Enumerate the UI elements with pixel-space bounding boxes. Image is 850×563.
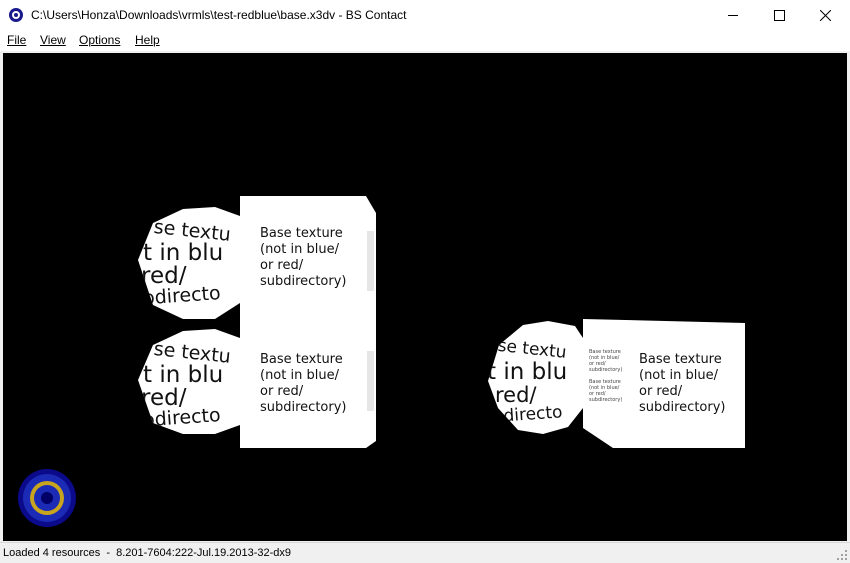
minimize-icon: [727, 14, 738, 16]
box-right: Base texture (not in blue/ or red/ subdi…: [583, 319, 745, 448]
title-bar: C:\Users\Honza\Downloads\vrmls\test-redb…: [0, 0, 850, 30]
texture-line-1: Base texture: [260, 226, 343, 241]
window-title: C:\Users\Honza\Downloads\vrmls\test-redb…: [31, 8, 407, 22]
texture-line-4: subdirectory): [260, 400, 347, 415]
resize-grip-icon[interactable]: [836, 549, 848, 561]
status-text: Loaded 4 resources - 8.201-7604:222-Jul.…: [3, 547, 292, 559]
svg-text:subdirectory): subdirectory): [589, 397, 622, 403]
close-icon: [819, 9, 831, 21]
minimize-button[interactable]: [710, 0, 756, 30]
texture-line-2: (not in blue/: [260, 368, 340, 383]
sphere-text-line: red/: [495, 383, 537, 407]
texture-line-4: subdirectory): [639, 400, 726, 415]
navigation-orb-icon[interactable]: [17, 468, 77, 528]
sphere-top-left: se textu t in blu red/ bdirecto: [138, 207, 240, 319]
box-left: Base texture (not in blue/ or red/ subdi…: [240, 196, 376, 448]
texture-line-2: (not in blue/: [639, 368, 719, 383]
maximize-button[interactable]: [756, 0, 802, 30]
menu-file[interactable]: File: [7, 33, 26, 47]
maximize-icon: [773, 9, 785, 21]
texture-line-3: or red/: [260, 258, 304, 273]
menu-options[interactable]: Options: [79, 33, 120, 47]
texture-line-1: Base texture: [260, 352, 343, 367]
menu-view[interactable]: View: [40, 33, 66, 47]
menu-bar: File View Options Help: [0, 30, 850, 51]
texture-line-2: (not in blue/: [260, 242, 340, 257]
svg-text:subdirectory): subdirectory): [589, 367, 622, 373]
3d-viewport[interactable]: se textu t in blu red/ bdirecto se textu…: [3, 53, 847, 541]
texture-line-3: or red/: [260, 384, 304, 399]
texture-line-1: Base texture: [639, 352, 722, 367]
texture-line-3: or red/: [639, 384, 683, 399]
status-bar: Loaded 4 resources - 8.201-7604:222-Jul.…: [0, 542, 850, 563]
sphere-right: se textu t in blu red/ bdirecto: [487, 321, 583, 434]
scene-canvas: se textu t in blu red/ bdirecto se textu…: [138, 196, 745, 448]
sphere-text-line: t in blu: [487, 359, 567, 385]
close-button[interactable]: [802, 0, 848, 30]
bs-contact-app-icon[interactable]: [9, 8, 23, 22]
texture-line-4: subdirectory): [260, 274, 347, 289]
menu-help[interactable]: Help: [135, 33, 160, 47]
sphere-bottom-left: se textu t in blu red/ bdirecto: [138, 329, 240, 434]
